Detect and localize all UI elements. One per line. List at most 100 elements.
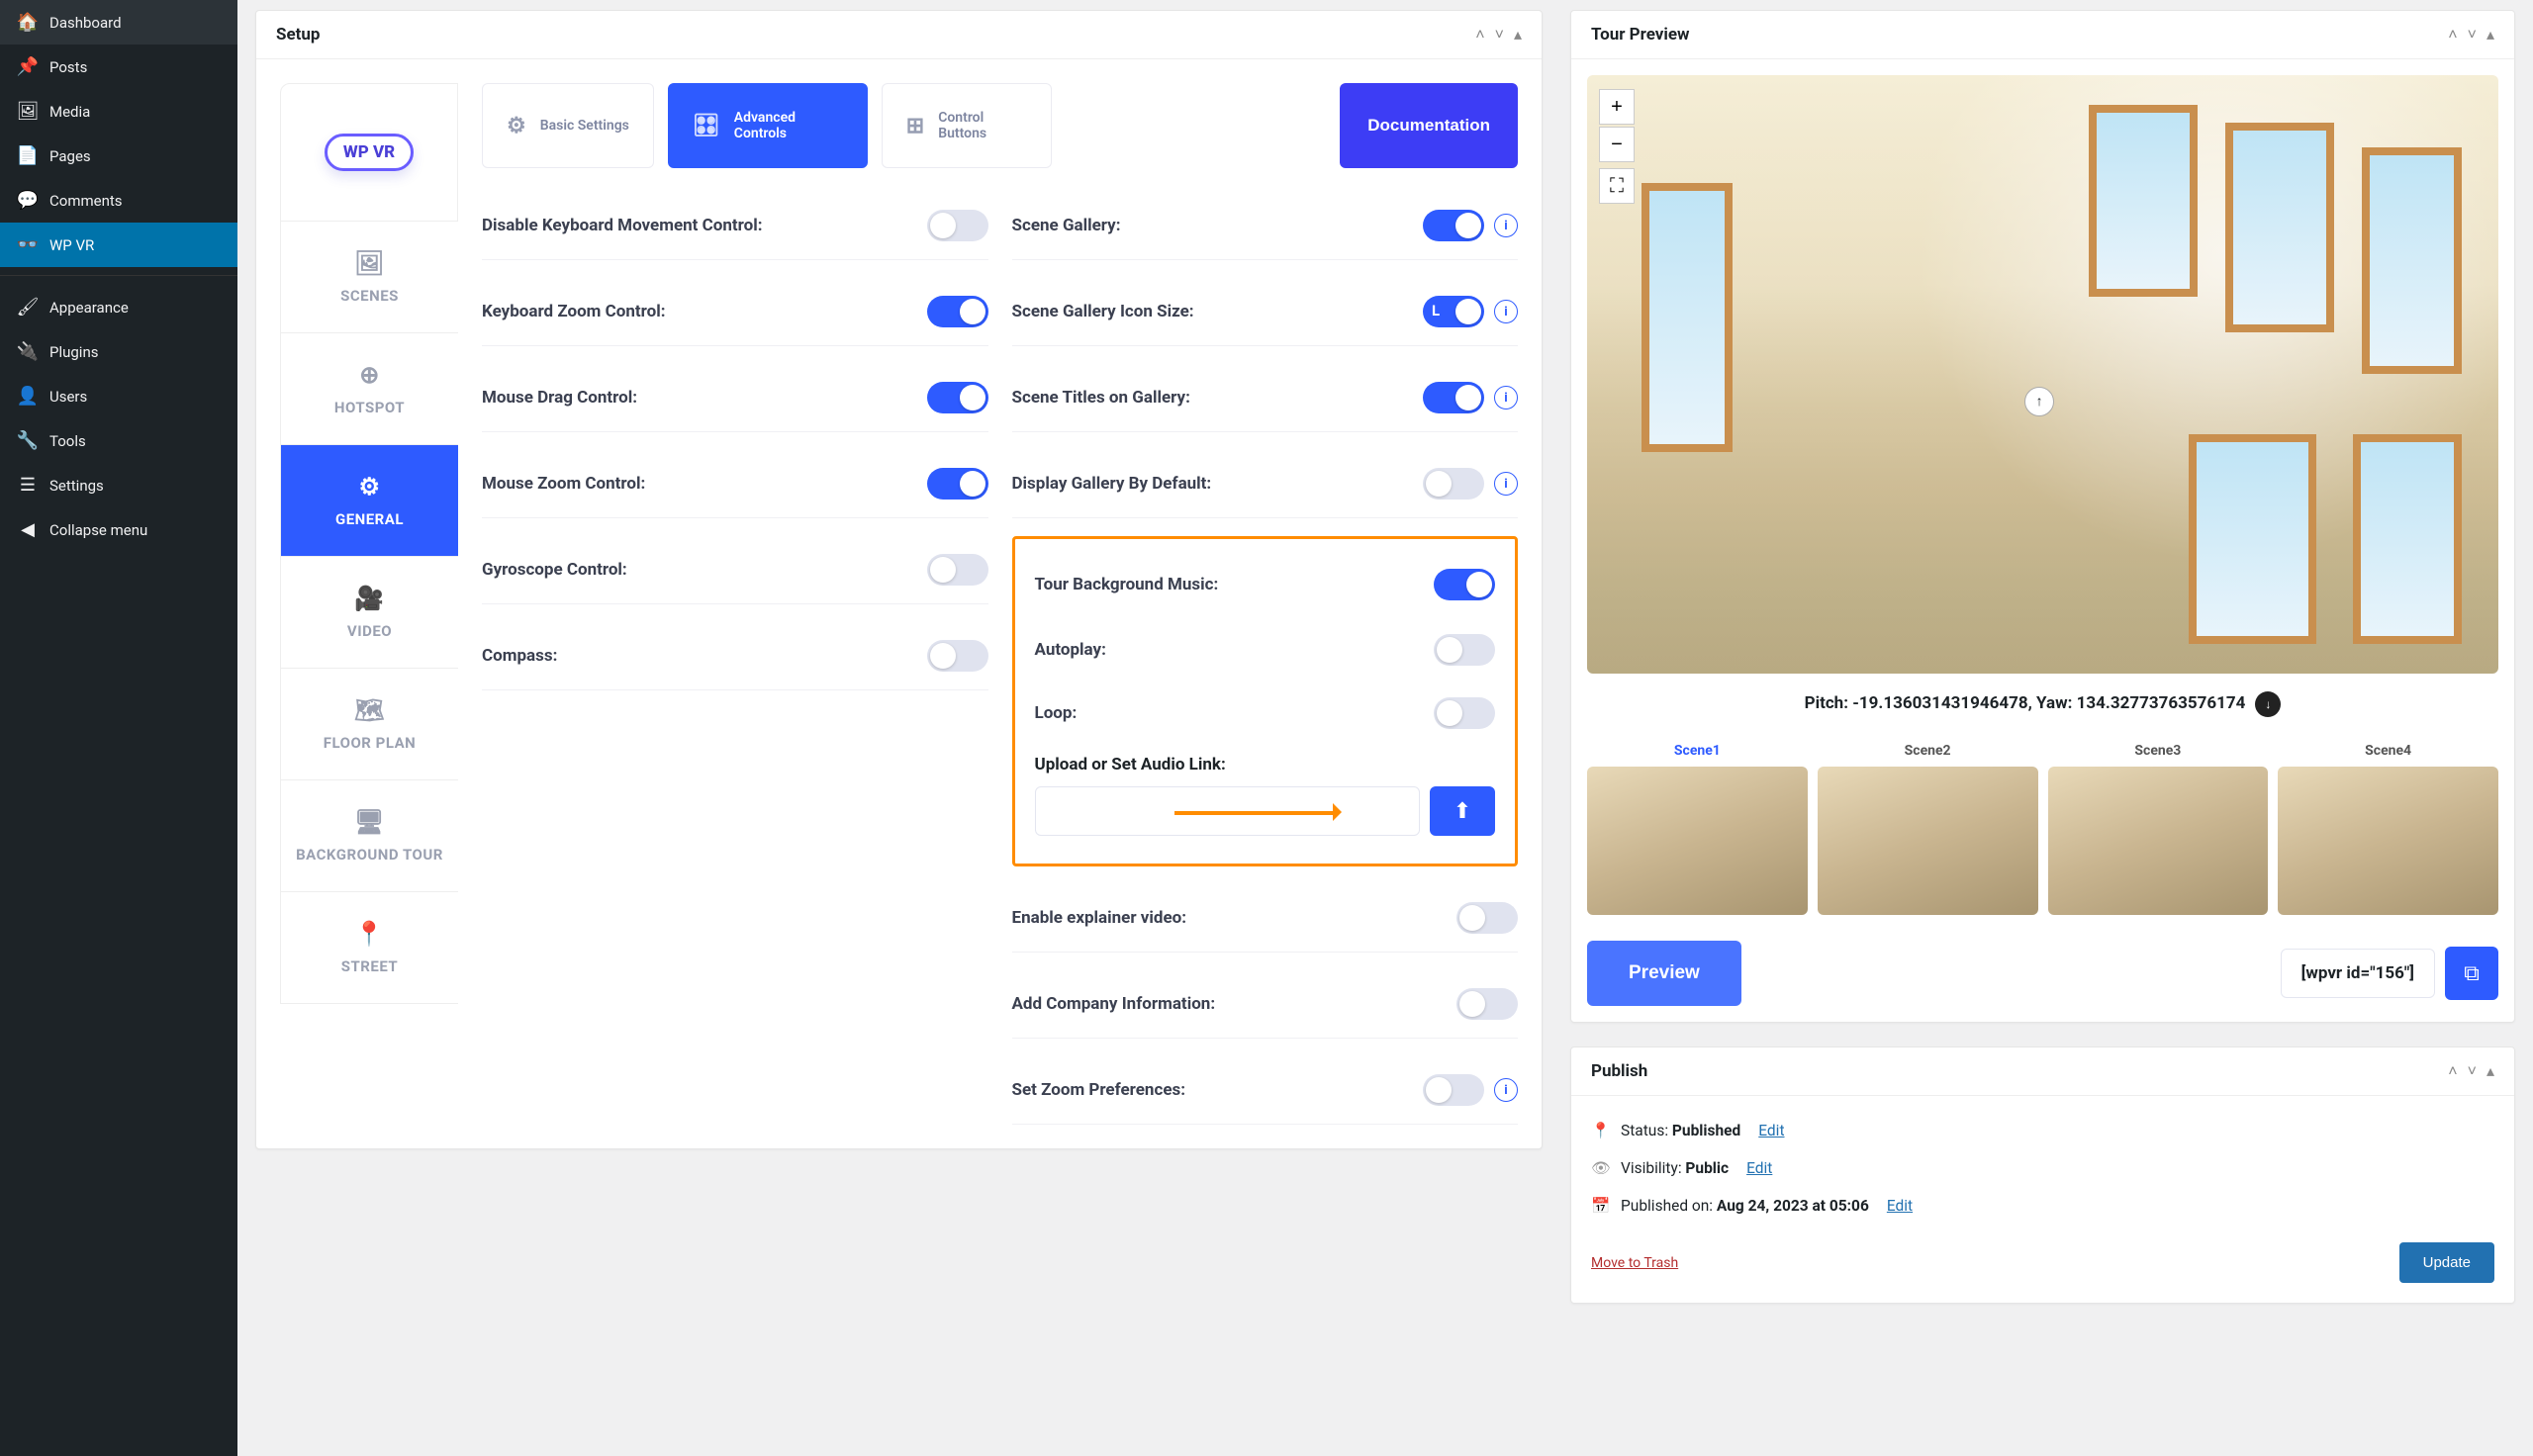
copy-shortcode-button[interactable]: ⧉	[2445, 947, 2498, 1000]
plugins-icon: 🔌	[18, 341, 38, 362]
vtab-bgtour[interactable]: 🖥BACKGROUND TOUR	[280, 780, 458, 892]
help-icon[interactable]: i	[1494, 386, 1518, 410]
panel-collapse-icon[interactable]: ▴	[2486, 1061, 2494, 1081]
setting-titles-gallery-label: Scene Titles on Gallery:	[1012, 388, 1424, 408]
upload-audio-button[interactable]: ⬆	[1430, 786, 1495, 836]
help-icon[interactable]: i	[1494, 214, 1518, 237]
move-to-trash-link[interactable]: Move to Trash	[1591, 1255, 1678, 1271]
sidebar-item-label: Users	[49, 388, 87, 406]
tour-preview-panel: Tour Preview ˄ ˅ ▴	[1570, 10, 2515, 1023]
toggle-autoplay[interactable]	[1434, 634, 1495, 666]
panel-collapse-icon[interactable]: ▴	[2486, 25, 2494, 45]
setting-explainer-label: Enable explainer video:	[1012, 908, 1457, 928]
publish-panel: Publish ˄ ˅ ▴ 📍Status: PublishedEdit 👁Vi…	[1570, 1046, 2515, 1304]
zoom-out-button[interactable]: −	[1599, 127, 1635, 162]
comments-icon: 💬	[18, 190, 38, 211]
scene-thumb-1[interactable]: Scene1	[1587, 735, 1808, 915]
sidebar-item-plugins[interactable]: 🔌Plugins	[0, 329, 237, 374]
toggle-mouse-drag[interactable]	[927, 382, 988, 413]
setting-compass-label: Compass:	[482, 646, 927, 666]
update-button[interactable]: Update	[2399, 1242, 2494, 1283]
sidebar-item-media[interactable]: 🖼Media	[0, 89, 237, 134]
visibility-value: Public	[1685, 1159, 1729, 1177]
posts-icon: 📌	[18, 56, 38, 77]
edit-date-link[interactable]: Edit	[1887, 1197, 1913, 1215]
vtab-street[interactable]: 📍STREET	[280, 892, 458, 1004]
vtab-general[interactable]: ⚙GENERAL	[280, 445, 458, 557]
sidebar-item-dashboard[interactable]: 🏠Dashboard	[0, 0, 237, 45]
toggle-display-default[interactable]	[1423, 468, 1484, 500]
tab-advanced-controls[interactable]: 🎛Advanced Controls	[668, 83, 868, 168]
toggle-explainer[interactable]	[1456, 902, 1518, 934]
panorama-viewer[interactable]: + − ⛶ ↑	[1587, 75, 2498, 674]
scene-thumb-3[interactable]: Scene3	[2048, 735, 2269, 915]
tab-basic-settings[interactable]: ⚙Basic Settings	[482, 83, 654, 168]
edit-status-link[interactable]: Edit	[1758, 1122, 1784, 1139]
zoom-in-button[interactable]: +	[1599, 89, 1635, 125]
help-icon[interactable]: i	[1494, 472, 1518, 496]
download-icon[interactable]: ↓	[2255, 691, 2281, 717]
preview-button[interactable]: Preview	[1587, 941, 1741, 1006]
settings-icon: ☰	[18, 475, 38, 496]
toggle-scene-gallery[interactable]	[1423, 210, 1484, 241]
audio-link-input[interactable]	[1035, 786, 1421, 836]
highlight-bg-music: Tour Background Music: Autoplay: Loop: U…	[1012, 536, 1519, 866]
panel-up-icon[interactable]: ˄	[2448, 1061, 2457, 1081]
hotspot-marker[interactable]: ↑	[2024, 387, 2054, 416]
panel-up-icon[interactable]: ˄	[2448, 25, 2457, 45]
toggle-gyro[interactable]	[927, 554, 988, 586]
panel-down-icon[interactable]: ˅	[2468, 1061, 2477, 1081]
panel-collapse-icon[interactable]: ▴	[1514, 25, 1522, 45]
panel-up-icon[interactable]: ˄	[1475, 25, 1484, 45]
sidebar-item-label: Tools	[49, 432, 86, 450]
vtab-scenes[interactable]: 🖼SCENES	[280, 222, 458, 333]
setting-disable-kb-label: Disable Keyboard Movement Control:	[482, 216, 927, 235]
toggle-icon-size[interactable]	[1423, 296, 1484, 327]
setting-kb-zoom-label: Keyboard Zoom Control:	[482, 302, 927, 321]
toggle-zoom-pref[interactable]	[1423, 1074, 1484, 1106]
fullscreen-button[interactable]: ⛶	[1599, 168, 1635, 204]
sidebar-item-appearance[interactable]: 🖌Appearance	[0, 285, 237, 329]
users-icon: 👤	[18, 386, 38, 407]
documentation-button[interactable]: Documentation	[1340, 83, 1518, 168]
sidebar-item-posts[interactable]: 📌 Posts	[0, 45, 237, 89]
sidebar-item-label: Appearance	[49, 299, 129, 317]
sidebar-item-comments[interactable]: 💬Comments	[0, 178, 237, 223]
sidebar-item-label: Collapse menu	[49, 521, 147, 539]
tab-control-buttons[interactable]: ⊞Control Buttons	[882, 83, 1052, 168]
scene-thumb-4[interactable]: Scene4	[2278, 735, 2498, 915]
grid-icon: ⊞	[906, 114, 924, 138]
sidebar-item-label: Pages	[49, 147, 91, 165]
sidebar-item-wpvr[interactable]: 👓WP VR	[0, 223, 237, 267]
setting-gyro-label: Gyroscope Control:	[482, 560, 927, 580]
vtab-floorplan[interactable]: 🗺FLOOR PLAN	[280, 669, 458, 780]
calendar-icon: 📅	[1591, 1197, 1609, 1215]
edit-visibility-link[interactable]: Edit	[1746, 1159, 1772, 1177]
toggle-mouse-zoom[interactable]	[927, 468, 988, 500]
toggle-titles-gallery[interactable]	[1423, 382, 1484, 413]
toggle-company[interactable]	[1456, 988, 1518, 1020]
toggle-loop[interactable]	[1434, 697, 1495, 729]
panel-down-icon[interactable]: ˅	[1495, 25, 1504, 45]
sidebar-item-pages[interactable]: 📄Pages	[0, 134, 237, 178]
scene-thumb-2[interactable]: Scene2	[1818, 735, 2038, 915]
toggle-bg-music[interactable]	[1434, 569, 1495, 600]
sidebar-item-label: Media	[49, 103, 90, 121]
sidebar-item-settings[interactable]: ☰Settings	[0, 463, 237, 507]
sidebar-item-tools[interactable]: 🔧Tools	[0, 418, 237, 463]
toggle-kb-zoom[interactable]	[927, 296, 988, 327]
vtab-video[interactable]: 🎥VIDEO	[280, 557, 458, 669]
help-icon[interactable]: i	[1494, 300, 1518, 323]
pin-icon: 📍	[1591, 1122, 1609, 1139]
toggle-disable-kb[interactable]	[927, 210, 988, 241]
sidebar-collapse[interactable]: ◀Collapse menu	[0, 507, 237, 552]
help-icon[interactable]: i	[1494, 1078, 1518, 1102]
setting-mouse-drag-label: Mouse Drag Control:	[482, 388, 927, 408]
sidebar-item-users[interactable]: 👤 Users	[0, 374, 237, 418]
setting-icon-size-label: Scene Gallery Icon Size:	[1012, 302, 1424, 321]
vtab-hotspot[interactable]: ⊕HOTSPOT	[280, 333, 458, 445]
sidebar-item-label: Posts	[49, 58, 87, 76]
toggle-compass[interactable]	[927, 640, 988, 672]
image-icon: 🖼	[354, 249, 385, 277]
panel-down-icon[interactable]: ˅	[2468, 25, 2477, 45]
